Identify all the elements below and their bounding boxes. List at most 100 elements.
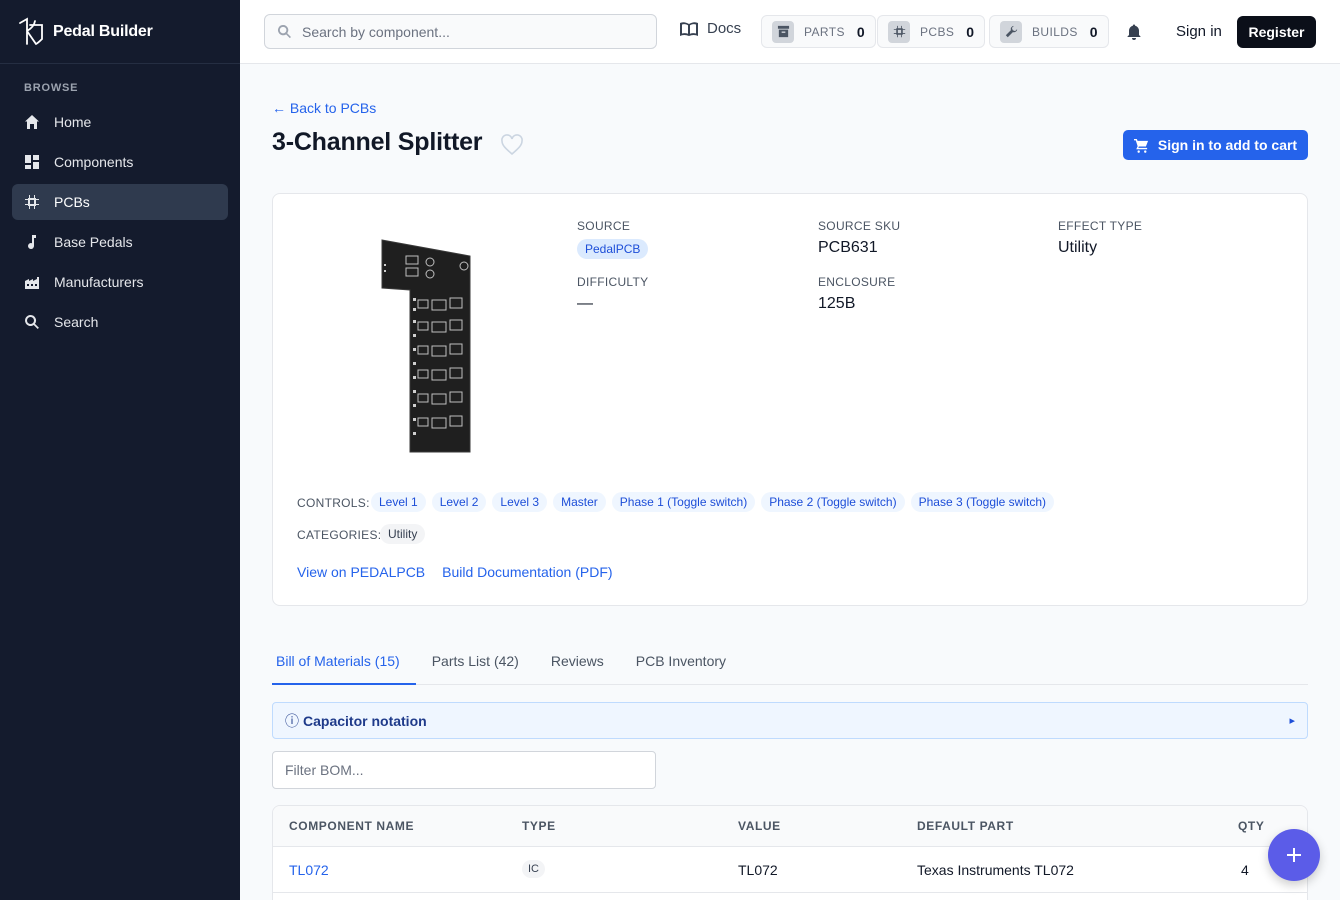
pcbs-counter[interactable]: PCBS 0 xyxy=(877,15,986,48)
topbar: Docs PARTS 0 PCBS 0 BUILDS 0 Sign in Reg… xyxy=(240,0,1340,64)
add-to-cart-button[interactable]: Sign in to add to cart xyxy=(1123,130,1308,160)
table-header: COMPONENT NAME TYPE VALUE DEFAULT PART Q… xyxy=(273,806,1307,847)
book-icon xyxy=(680,21,698,36)
chip-icon xyxy=(888,20,910,43)
pedal-builder-logo-icon xyxy=(19,16,43,45)
category-chip[interactable]: Utility xyxy=(380,524,426,544)
parts-counter-label: PARTS xyxy=(804,24,845,39)
spec-source-sku: SOURCE SKU PCB631 xyxy=(818,219,900,257)
plus-icon xyxy=(1287,848,1301,862)
factory-icon xyxy=(24,274,40,290)
brand-name: Pedal Builder xyxy=(53,22,153,40)
favorite-heart-icon[interactable] xyxy=(500,134,524,156)
column-header-component-name[interactable]: COMPONENT NAME xyxy=(289,819,414,833)
cart-icon xyxy=(1133,138,1148,153)
capacitor-notation-toggle[interactable]: ⓘ Capacitor notation ▸ xyxy=(272,702,1308,739)
sidebar-item-home[interactable]: Home xyxy=(12,104,228,140)
register-button[interactable]: Register xyxy=(1237,16,1316,48)
archive-icon xyxy=(772,20,794,43)
control-chip: Level 3 xyxy=(492,492,548,512)
search-input[interactable] xyxy=(302,23,642,40)
builds-counter[interactable]: BUILDS 0 xyxy=(989,15,1109,48)
sidebar-item-label: Manufacturers xyxy=(54,274,144,290)
tab-bill-of-materials[interactable]: Bill of Materials (15) xyxy=(272,644,416,685)
info-icon: ⓘ xyxy=(285,712,299,729)
add-floating-button[interactable] xyxy=(1268,829,1320,881)
builds-counter-value: 0 xyxy=(1089,23,1098,40)
bell-icon xyxy=(1127,24,1141,40)
parts-counter-value: 0 xyxy=(856,23,865,40)
default-part-cell: Texas Instruments TL072 xyxy=(917,862,1074,878)
bom-filter-input[interactable] xyxy=(285,762,635,778)
difficulty-value: — xyxy=(577,295,593,312)
build-documentation-link[interactable]: Build Documentation (PDF) xyxy=(442,564,612,580)
view-on-vendor-link[interactable]: View on PEDALPCB xyxy=(297,564,425,580)
control-chip: Master xyxy=(553,492,606,512)
parts-counter[interactable]: PARTS 0 xyxy=(761,15,876,48)
notifications-button[interactable] xyxy=(1125,23,1143,41)
bom-table: COMPONENT NAME TYPE VALUE DEFAULT PART Q… xyxy=(272,805,1308,900)
sidebar-item-base-pedals[interactable]: Base Pedals xyxy=(12,224,228,260)
search-icon xyxy=(277,24,291,39)
source-label: SOURCE xyxy=(577,219,631,233)
bom-filter[interactable] xyxy=(272,751,656,789)
sidebar-item-pcbs[interactable]: PCBs xyxy=(12,184,228,220)
page-title: 3-Channel Splitter xyxy=(272,128,483,156)
control-chip: Phase 1 (Toggle switch) xyxy=(611,492,756,512)
tab-parts-list[interactable]: Parts List (42) xyxy=(416,644,535,685)
source-sku-value: PCB631 xyxy=(818,239,878,256)
external-links: View on PEDALPCB Build Documentation (PD… xyxy=(297,564,613,580)
control-chip: Level 2 xyxy=(431,492,487,512)
sidebar-item-components[interactable]: Components xyxy=(12,144,228,180)
categories-list: Utility xyxy=(380,524,426,544)
column-header-default-part[interactable]: DEFAULT PART xyxy=(917,819,1014,833)
effect-type-value: Utility xyxy=(1058,239,1098,256)
component-name-link[interactable]: TL072 xyxy=(289,862,329,878)
controls-list: Level 1 Level 2 Level 3 Master Phase 1 (… xyxy=(371,492,1055,512)
pcbs-counter-value: 0 xyxy=(966,23,975,40)
source-badge[interactable]: PedalPCB xyxy=(577,239,649,259)
sidebar-item-label: Home xyxy=(54,114,92,130)
spec-source: SOURCE PedalPCB xyxy=(577,219,649,259)
sidebar-item-manufacturers[interactable]: Manufacturers xyxy=(12,264,228,300)
nav-heading-browse: BROWSE xyxy=(24,82,79,94)
global-search[interactable] xyxy=(264,14,657,49)
enclosure-label: ENCLOSURE xyxy=(818,275,896,289)
add-to-cart-label: Sign in to add to cart xyxy=(1157,137,1298,153)
sidebar-item-label: Components xyxy=(54,154,134,170)
pcbs-counter-label: PCBS xyxy=(920,24,955,39)
sidebar-item-label: Search xyxy=(54,314,99,330)
control-chip: Phase 2 (Toggle switch) xyxy=(761,492,905,512)
tab-reviews[interactable]: Reviews xyxy=(535,644,620,685)
spec-enclosure: ENCLOSURE 125B xyxy=(818,275,895,313)
column-header-type[interactable]: TYPE xyxy=(522,819,556,833)
pcb-image xyxy=(381,239,471,453)
categories-label: CATEGORIES: xyxy=(297,528,382,542)
sidebar-item-label: Base Pedals xyxy=(54,234,133,250)
detail-tabs: Bill of Materials (15) Parts List (42) R… xyxy=(272,644,1308,685)
control-chip: Phase 3 (Toggle switch) xyxy=(910,492,1055,512)
difficulty-label: DIFFICULTY xyxy=(577,275,649,289)
qty-cell: 4 xyxy=(1241,862,1249,878)
sidebar: Pedal Builder BROWSE Home Components PCB… xyxy=(0,0,240,900)
pcb-details-card: SOURCE PedalPCB SOURCE SKU PCB631 EFFECT… xyxy=(272,193,1308,606)
spec-effect-type: EFFECT TYPE Utility xyxy=(1058,219,1142,257)
brand[interactable]: Pedal Builder xyxy=(0,0,240,64)
column-header-qty[interactable]: QTY xyxy=(1238,819,1264,833)
effect-type-label: EFFECT TYPE xyxy=(1058,219,1143,233)
sign-in-link[interactable]: Sign in xyxy=(1176,23,1222,40)
capacitor-notation-label: Capacitor notation xyxy=(303,712,427,729)
docs-link[interactable]: Docs xyxy=(679,20,741,37)
enclosure-value: 125B xyxy=(818,295,856,312)
sidebar-item-label: PCBs xyxy=(54,194,90,210)
controls-label: CONTROLS: xyxy=(297,496,370,510)
type-badge: IC xyxy=(522,860,545,878)
back-to-pcbs-link[interactable]: ← Back to PCBs xyxy=(272,100,376,116)
expand-arrow-icon: ▸ xyxy=(1289,715,1295,727)
search-icon xyxy=(24,314,40,330)
source-sku-label: SOURCE SKU xyxy=(818,219,901,233)
tab-pcb-inventory[interactable]: PCB Inventory xyxy=(620,644,742,685)
sidebar-item-search[interactable]: Search xyxy=(12,304,228,340)
home-icon xyxy=(24,114,40,130)
column-header-value[interactable]: VALUE xyxy=(738,819,781,833)
